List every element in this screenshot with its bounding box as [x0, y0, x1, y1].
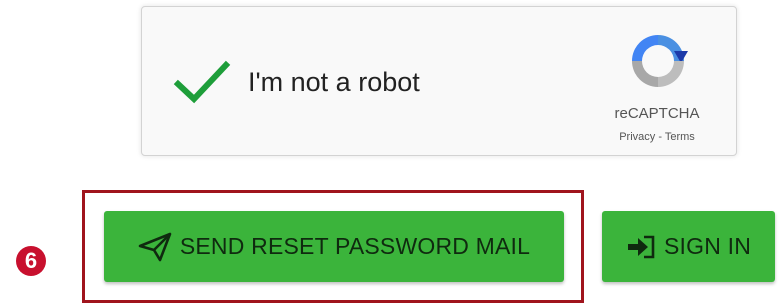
recaptcha-brand: reCAPTCHA	[614, 105, 700, 122]
sign-in-icon	[626, 234, 656, 260]
recaptcha-widget: I'm not a robot reCAPTCHA Privacy - Term…	[141, 6, 737, 156]
checkmark-icon[interactable]	[172, 57, 232, 107]
sign-in-label: SIGN IN	[663, 233, 752, 259]
send-reset-password-label: SEND RESET PASSWORD MAIL	[179, 233, 531, 259]
terms-link[interactable]: Terms	[665, 131, 695, 143]
recaptcha-logo-icon	[632, 35, 688, 87]
paper-plane-icon	[138, 232, 172, 262]
reset-password-panel: I'm not a robot reCAPTCHA Privacy - Term…	[0, 0, 781, 308]
send-reset-password-button[interactable]: SEND RESET PASSWORD MAIL	[104, 211, 564, 282]
links-separator: -	[655, 131, 665, 143]
recaptcha-links: Privacy - Terms	[582, 131, 732, 143]
privacy-link[interactable]: Privacy	[619, 131, 655, 143]
sign-in-button[interactable]: SIGN IN	[602, 211, 775, 282]
recaptcha-label: I'm not a robot	[248, 67, 420, 97]
step-number-badge: 6	[16, 246, 46, 276]
